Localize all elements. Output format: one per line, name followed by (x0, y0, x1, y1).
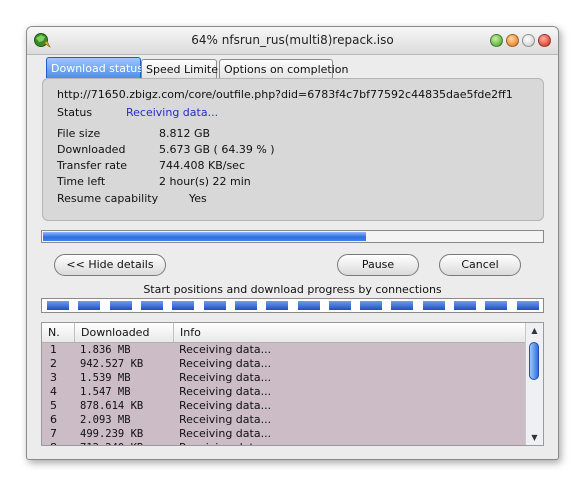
row-number: 7 (50, 427, 57, 440)
row-number: 4 (50, 385, 57, 398)
table-row[interactable]: 4 1.547 MB Receiving data... (42, 385, 526, 399)
connection-segment (298, 301, 320, 310)
table-row[interactable]: 6 2.093 MB Receiving data... (42, 413, 526, 427)
row-info: Receiving data... (179, 413, 272, 426)
row-downloaded: 1.836 MB (80, 344, 131, 356)
hide-details-button[interactable]: << Hide details (54, 254, 166, 276)
row-number: 2 (50, 357, 57, 370)
downloaded-value: 5.673 GB ( 64.39 % ) (159, 143, 275, 156)
row-number: 1 (50, 343, 57, 356)
column-header-n[interactable]: N. (42, 323, 75, 342)
restore-icon[interactable] (490, 34, 503, 47)
connection-segment (204, 301, 226, 310)
column-header-downloaded[interactable]: Downloaded (75, 323, 174, 342)
connection-segment (172, 301, 194, 310)
row-info: Receiving data... (179, 427, 272, 440)
row-info: Receiving data... (179, 371, 272, 384)
connection-segment (485, 301, 507, 310)
transfer-rate-value: 744.408 KB/sec (159, 159, 245, 172)
close-icon[interactable] (538, 34, 551, 47)
row-number: 6 (50, 413, 57, 426)
connection-segment (391, 301, 413, 310)
download-window: 64% nfsrun_rus(multi8)repack.iso Downloa… (26, 26, 559, 460)
connection-segment (235, 301, 257, 310)
table-row[interactable]: 2 942.527 KB Receiving data... (42, 357, 526, 371)
tab-speed-limiter[interactable]: Speed Limiter (141, 59, 223, 78)
connection-segment (360, 301, 382, 310)
table-row[interactable]: 7 499.239 KB Receiving data... (42, 427, 526, 441)
pause-button[interactable]: Pause (337, 254, 419, 276)
connection-segment (423, 301, 445, 310)
row-info: Receiving data... (179, 385, 272, 398)
row-info: Receiving data... (179, 441, 271, 445)
connection-segment (454, 301, 476, 310)
title-bar[interactable]: 64% nfsrun_rus(multi8)repack.iso (27, 27, 558, 55)
downloaded-label: Downloaded (57, 143, 126, 156)
table-row[interactable]: 1 1.836 MB Receiving data... (42, 343, 526, 357)
connection-segment (266, 301, 288, 310)
progress-fill (43, 232, 366, 241)
row-info: Receiving data... (179, 343, 272, 356)
connection-segment (47, 301, 69, 310)
connection-segment (110, 301, 132, 310)
row-info: Receiving data... (179, 399, 272, 412)
row-downloaded: 499.239 KB (80, 428, 144, 440)
transfer-rate-label: Transfer rate (57, 159, 128, 172)
column-header-info[interactable]: Info (174, 323, 526, 342)
tab-download-status[interactable]: Download status (46, 57, 143, 78)
connections-label: Start positions and download progress by… (143, 283, 442, 296)
table-row[interactable]: 8 712.240 KB Receiving data... (42, 441, 526, 445)
window-title: 64% nfsrun_rus(multi8)repack.iso (191, 33, 394, 47)
download-progress-bar (41, 230, 544, 243)
resume-capability-label: Resume capability (57, 192, 159, 205)
row-number: 3 (50, 371, 57, 384)
connection-segment (78, 301, 100, 310)
file-size-value: 8.812 GB (159, 127, 211, 140)
row-downloaded: 2.093 MB (80, 414, 131, 426)
table-header: N. Downloaded Info (42, 323, 526, 343)
row-downloaded: 712.240 KB (80, 441, 143, 445)
scroll-thumb[interactable] (529, 342, 539, 380)
resume-capability-value: Yes (189, 192, 207, 205)
status-value: Receiving data... (126, 106, 219, 119)
vertical-scrollbar[interactable]: ▲ ▼ (525, 323, 543, 445)
minimize-icon[interactable] (506, 34, 519, 47)
row-downloaded: 878.614 KB (80, 400, 144, 412)
cancel-button[interactable]: Cancel (439, 254, 521, 276)
tab-options-on-completion[interactable]: Options on completion (219, 59, 349, 78)
table-row[interactable]: 5 878.614 KB Receiving data... (42, 399, 526, 413)
connection-segment (329, 301, 351, 310)
row-downloaded: 1.539 MB (80, 372, 131, 384)
file-size-label: File size (57, 127, 101, 140)
connection-segment (141, 301, 163, 310)
row-number: 8 (50, 441, 57, 445)
status-label: Status (57, 106, 93, 119)
download-url: http://71650.zbigz.com/core/outfile.php?… (57, 88, 513, 101)
connections-progress-bar (41, 298, 544, 313)
time-left-label: Time left (57, 175, 106, 188)
table-row[interactable]: 3 1.539 MB Receiving data... (42, 371, 526, 385)
time-left-value: 2 hour(s) 22 min (159, 175, 251, 188)
connection-segment (517, 301, 539, 310)
connections-table: N. Downloaded Info 1 1.836 MB Receiving da… (41, 322, 544, 446)
status-panel: http://71650.zbigz.com/core/outfile.php?… (42, 78, 544, 221)
scroll-up-icon[interactable]: ▲ (526, 324, 543, 337)
row-info: Receiving data... (179, 357, 272, 370)
row-number: 5 (50, 399, 57, 412)
row-downloaded: 942.527 KB (80, 358, 144, 370)
maximize-icon[interactable] (522, 34, 535, 47)
scroll-down-icon[interactable]: ▼ (526, 431, 543, 444)
row-downloaded: 1.547 MB (80, 386, 131, 398)
